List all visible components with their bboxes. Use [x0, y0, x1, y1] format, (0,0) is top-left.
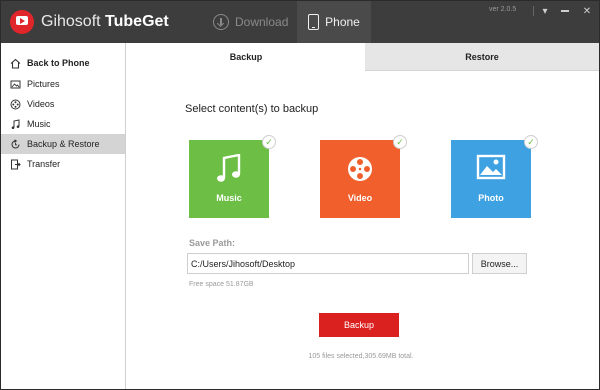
sidebar-item-transfer[interactable]: Transfer [1, 154, 125, 174]
control-divider [533, 6, 534, 16]
title-bar: Gihosoft TubeGet Download Phone ver 2.0.… [1, 1, 599, 43]
sidebar-item-label: Transfer [27, 159, 61, 169]
tile-label: Video [347, 193, 373, 203]
tubeget-logo-icon [10, 10, 34, 34]
tab-backup[interactable]: Backup [127, 43, 365, 71]
sidebar-item-backup-restore[interactable]: Backup & Restore [1, 134, 125, 154]
save-path-input[interactable] [187, 253, 469, 274]
backup-button[interactable]: Backup [319, 313, 399, 337]
nav-download-tab[interactable]: Download [213, 1, 295, 43]
music-tile[interactable]: Music ✓ [189, 135, 276, 218]
nav-phone-label: Phone [325, 15, 360, 29]
browse-button[interactable]: Browse... [472, 253, 527, 274]
tile-label: Music [216, 193, 242, 203]
sidebar-item-music[interactable]: Music [1, 114, 125, 134]
app-title: Gihosoft TubeGet [41, 13, 169, 30]
nav-phone-tab[interactable]: Phone [297, 1, 371, 43]
version-label: ver 2.0.5 [489, 6, 517, 13]
tab-restore[interactable]: Restore [365, 43, 599, 71]
phone-icon [308, 14, 320, 30]
sidebar-item-label: Backup & Restore [27, 139, 100, 149]
selection-summary: 105 files selected,305.69MB total. [308, 353, 414, 360]
content-tabs: Backup Restore [127, 43, 599, 71]
sidebar-item-videos[interactable]: Videos [1, 94, 125, 114]
music-note-icon [217, 154, 241, 182]
film-reel-icon [348, 157, 372, 181]
sidebar-back-to-phone[interactable]: Back to Phone [1, 52, 125, 74]
menu-chevron-icon[interactable]: ▾ [535, 1, 555, 21]
close-button[interactable]: ✕ [577, 1, 597, 21]
transfer-icon [10, 159, 21, 170]
save-path-label: Save Path: [189, 238, 236, 248]
nav-download-label: Download [235, 15, 289, 29]
film-reel-icon [10, 99, 21, 110]
home-icon [10, 58, 21, 69]
picture-icon [476, 154, 506, 180]
sidebar: Back to Phone Pictures Videos Music Back… [1, 43, 126, 389]
sidebar-item-label: Pictures [27, 79, 60, 89]
sidebar-item-label: Music [27, 119, 51, 129]
sidebar-item-pictures[interactable]: Pictures [1, 74, 125, 94]
app-window: Gihosoft TubeGet Download Phone ver 2.0.… [0, 0, 600, 390]
checkmark-icon[interactable]: ✓ [262, 135, 276, 149]
page-heading: Select content(s) to backup [185, 103, 319, 115]
tile-label: Photo [478, 193, 504, 203]
download-icon [213, 14, 229, 30]
backup-icon [10, 138, 21, 150]
sidebar-item-label: Videos [27, 99, 55, 109]
checkmark-icon[interactable]: ✓ [393, 135, 407, 149]
picture-icon [10, 79, 21, 90]
video-tile[interactable]: Video ✓ [320, 135, 407, 218]
minimize-button[interactable] [555, 1, 575, 21]
checkmark-icon[interactable]: ✓ [524, 135, 538, 149]
sidebar-header-label: Back to Phone [27, 58, 90, 68]
photo-tile[interactable]: Photo ✓ [451, 135, 538, 218]
free-space-text: Free space 51.87GB [189, 281, 254, 288]
music-note-icon [10, 118, 21, 130]
